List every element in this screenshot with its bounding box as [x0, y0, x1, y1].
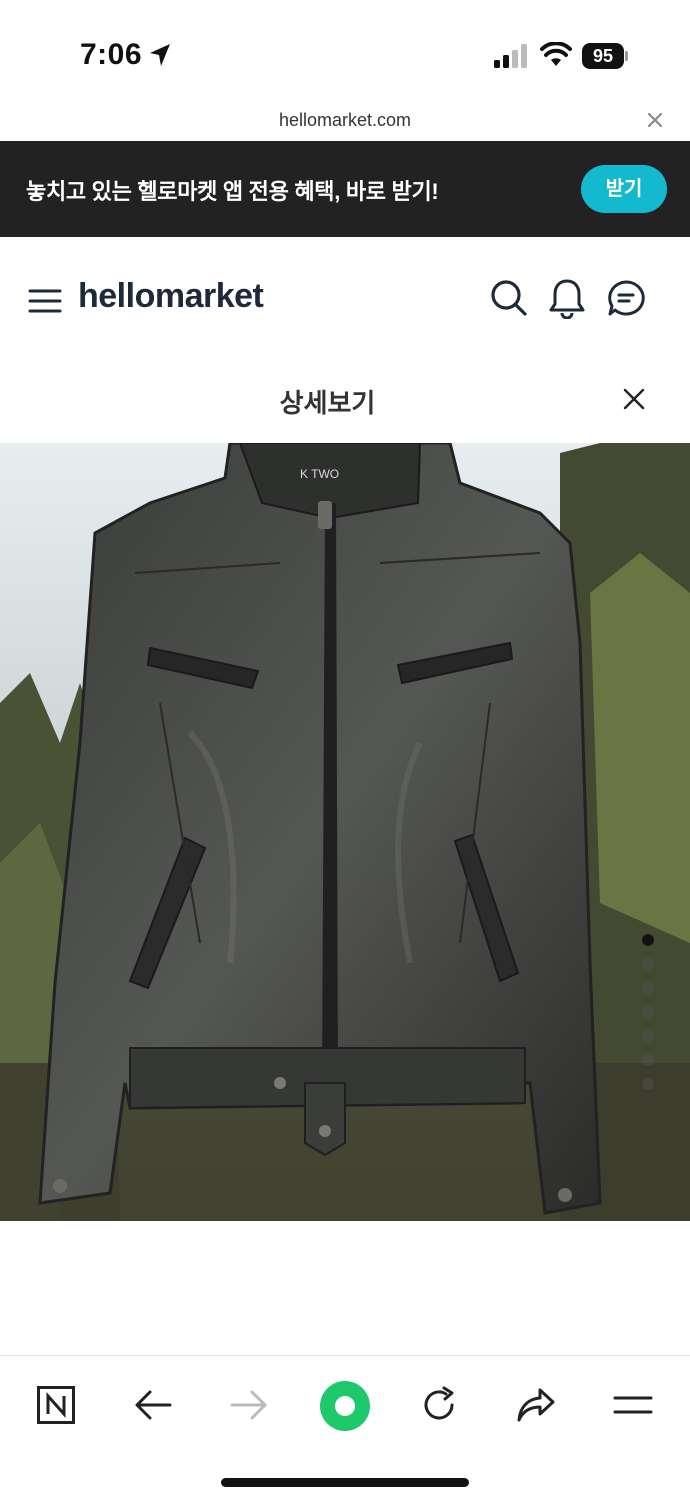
battery-indicator: 95 [582, 43, 628, 69]
green-dot-icon [320, 1381, 370, 1431]
get-benefit-button[interactable]: 받기 [581, 165, 667, 213]
back-button[interactable] [128, 1380, 178, 1430]
menu-icon [613, 1396, 653, 1414]
home-indicator [221, 1478, 469, 1487]
close-icon[interactable] [645, 110, 665, 130]
naver-button[interactable] [31, 1380, 81, 1430]
pager-dot[interactable] [642, 982, 654, 994]
chat-icon[interactable] [606, 279, 646, 317]
menu-button[interactable] [608, 1380, 658, 1430]
share-icon [517, 1388, 555, 1422]
pager-dot[interactable] [642, 1030, 654, 1042]
jacket-label-text: K TWO [300, 467, 339, 481]
battery-level: 95 [582, 43, 624, 69]
location-arrow-icon [150, 44, 170, 66]
status-time: 7:06 [80, 38, 143, 71]
url-text[interactable]: hellomarket.com [0, 110, 690, 131]
wifi-icon [540, 42, 572, 66]
hamburger-menu-icon[interactable] [28, 287, 62, 315]
green-dot-button[interactable] [319, 1380, 371, 1432]
pager-dot[interactable] [642, 1006, 654, 1018]
image-pager-dots [642, 934, 656, 1102]
product-image[interactable]: K TWO [0, 443, 690, 1221]
jacket-photo: K TWO [0, 443, 690, 1221]
share-button[interactable] [511, 1380, 561, 1430]
battery-tip [625, 51, 628, 61]
page-title: 상세보기 [279, 388, 376, 418]
pager-dot[interactable] [642, 958, 654, 970]
banner-text: 놓치고 있는 헬로마켓 앱 전용 혜택, 바로 받기! [26, 179, 439, 204]
close-icon[interactable] [622, 387, 646, 411]
status-bar: 7:06 95 [0, 0, 690, 100]
naver-icon [37, 1386, 75, 1424]
browser-url-bar[interactable]: hellomarket.com [0, 100, 690, 141]
detail-view-bar: 상세보기 [0, 357, 690, 443]
pager-dot[interactable] [642, 1078, 654, 1090]
hellomarket-logo[interactable]: hellomarket [78, 277, 264, 316]
search-icon[interactable] [490, 279, 528, 317]
bell-icon[interactable] [548, 277, 586, 319]
pager-dot[interactable] [642, 934, 654, 946]
refresh-button[interactable] [415, 1380, 465, 1430]
forward-button[interactable] [224, 1380, 274, 1430]
site-header: hellomarket [0, 237, 690, 357]
browser-toolbar [0, 1355, 690, 1500]
back-icon [135, 1390, 172, 1420]
refresh-icon [424, 1386, 454, 1420]
forward-icon [230, 1390, 267, 1420]
cellular-signal-icon [494, 44, 527, 68]
app-promo-banner[interactable]: 놓치고 있는 헬로마켓 앱 전용 혜택, 바로 받기! 받기 [0, 141, 690, 237]
pager-dot[interactable] [642, 1054, 654, 1066]
